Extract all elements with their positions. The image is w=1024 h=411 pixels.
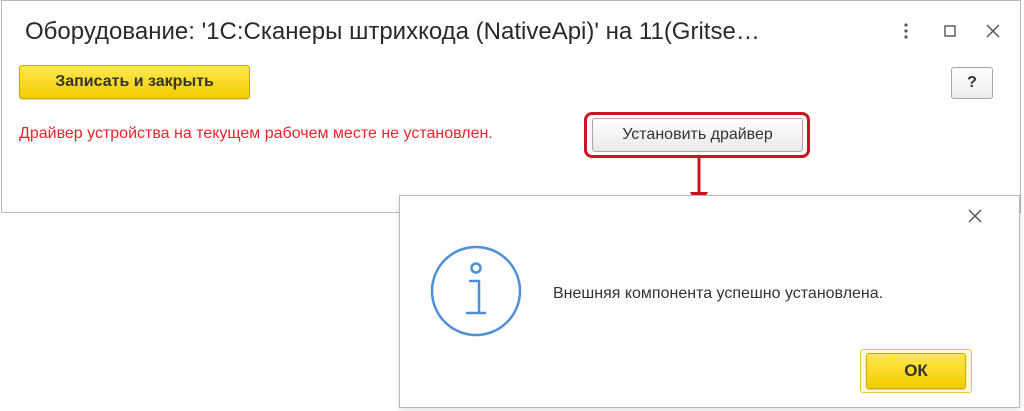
driver-warning-text: Драйвер устройства на текущем рабочем ме… bbox=[19, 125, 493, 142]
maximize-icon[interactable] bbox=[937, 17, 963, 45]
save-and-close-button[interactable]: Записать и закрыть bbox=[19, 65, 250, 99]
dialog-close-icon[interactable] bbox=[962, 203, 988, 229]
more-vertical-icon[interactable] bbox=[893, 17, 919, 45]
window-title: Оборудование: '1С:Сканеры штрихкода (Nat… bbox=[25, 18, 760, 45]
help-button[interactable]: ? bbox=[951, 67, 993, 99]
close-icon[interactable] bbox=[980, 17, 1006, 45]
dialog-message: Внешняя компонента успешно установлена. bbox=[553, 285, 884, 302]
info-icon bbox=[430, 245, 522, 337]
ok-button[interactable]: ОК bbox=[866, 353, 966, 389]
install-driver-button[interactable]: Установить драйвер bbox=[592, 118, 803, 152]
